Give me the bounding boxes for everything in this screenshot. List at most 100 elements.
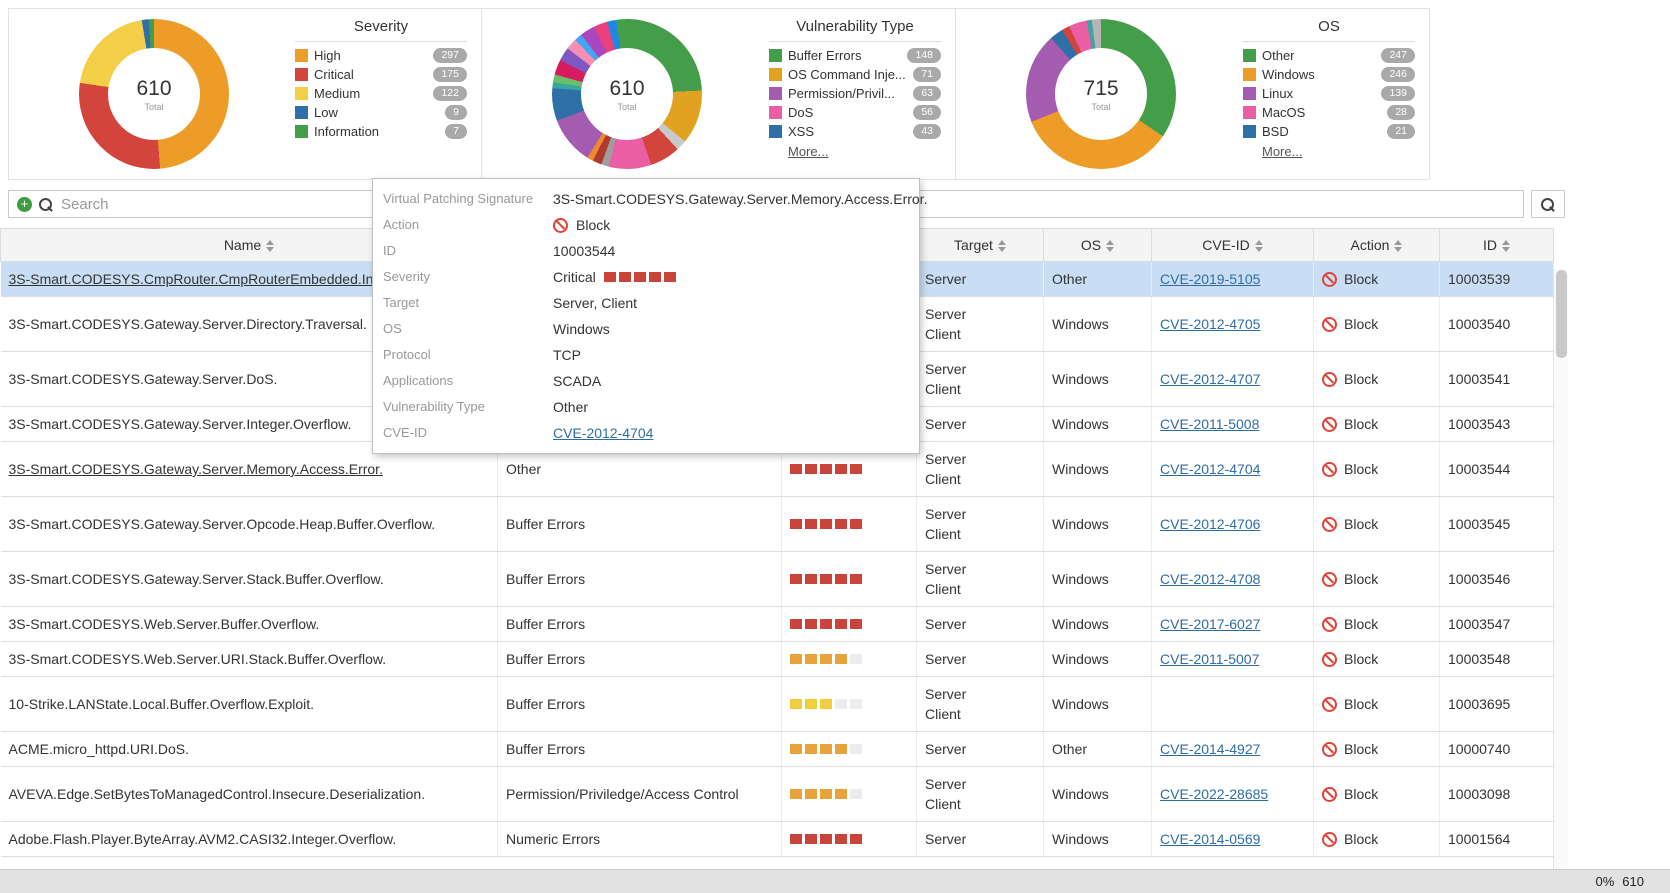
cve-link[interactable]: CVE-2012-4704 [1160, 461, 1260, 477]
cell-id: 10003544 [1440, 442, 1554, 497]
legend-list: Other247 Windows246 Linux139 MacOS28 BSD21 Mo… [1243, 48, 1415, 161]
severity-bars [790, 571, 865, 587]
cve-link[interactable]: CVE-2012-4707 [1160, 371, 1260, 387]
signature-name[interactable]: 3S-Smart.CODESYS.Gateway.Server.DoS. [9, 371, 278, 387]
column-header-os[interactable]: OS [1044, 229, 1152, 262]
legend-item[interactable]: Permission/Privil...63 [769, 86, 941, 101]
cve-link[interactable]: CVE-2022-28685 [1160, 786, 1268, 802]
donut-chart[interactable]: 715 Total [1026, 19, 1176, 169]
table-row[interactable]: 3S-Smart.CODESYS.Web.Server.Buffer.Overf… [1, 607, 1554, 642]
donut-chart[interactable]: 610 Total [79, 19, 229, 169]
legend-item[interactable]: Linux139 [1243, 86, 1415, 101]
legend-more-link[interactable]: More... [1262, 144, 1302, 159]
tooltip-field-label: Target [383, 293, 553, 313]
column-header-action[interactable]: Action [1314, 229, 1440, 262]
table-row[interactable]: 10-Strike.LANState.Local.Buffer.Overflow… [1, 677, 1554, 732]
severity-bar-segment [664, 272, 676, 282]
cve-link[interactable]: CVE-2011-5007 [1160, 651, 1259, 667]
legend-count-badge: 63 [913, 86, 941, 101]
signature-name[interactable]: AVEVA.Edge.SetBytesToManagedControl.Inse… [9, 786, 426, 802]
cve-link[interactable]: CVE-2017-6027 [1160, 616, 1260, 632]
legend-item[interactable]: BSD21 [1243, 124, 1415, 139]
block-icon [1322, 742, 1337, 757]
legend-item[interactable]: Medium122 [295, 86, 467, 101]
vertical-scrollbar[interactable] [1553, 269, 1568, 869]
legend-item[interactable]: Buffer Errors148 [769, 48, 941, 63]
donut-chart[interactable]: 610 Total [552, 19, 702, 169]
table-row[interactable]: Adobe.Flash.Player.ByteArray.AVM2.CASI32… [1, 822, 1554, 857]
severity-bars [790, 831, 865, 847]
table-row[interactable]: 3S-Smart.CODESYS.Gateway.Server.Stack.Bu… [1, 552, 1554, 607]
legend-item[interactable]: XSS43 [769, 124, 941, 139]
legend-more-link[interactable]: More... [788, 144, 828, 159]
donut-total-label: Total [144, 102, 163, 112]
table-row[interactable]: AVEVA.Edge.SetBytesToManagedControl.Inse… [1, 767, 1554, 822]
signature-name[interactable]: 3S-Smart.CODESYS.Gateway.Server.Opcode.H… [9, 516, 436, 532]
signature-name[interactable]: 3S-Smart.CODESYS.Gateway.Server.Stack.Bu… [9, 571, 384, 587]
column-header-target[interactable]: Target [917, 229, 1044, 262]
action: Block [1322, 784, 1431, 804]
table-row[interactable]: 3S-Smart.CODESYS.Gateway.Server.Opcode.H… [1, 497, 1554, 552]
cve-link[interactable]: CVE-2011-5008 [1160, 416, 1259, 432]
cve-link[interactable]: CVE-2019-5105 [1160, 271, 1260, 287]
cve-link[interactable]: CVE-2012-4706 [1160, 516, 1260, 532]
severity-bar-segment [805, 519, 817, 529]
signature-name[interactable]: 10-Strike.LANState.Local.Buffer.Overflow… [9, 696, 315, 712]
table-row[interactable]: ACME.micro_httpd.URI.DoS.Buffer ErrorsSe… [1, 732, 1554, 767]
cell-name: 10-Strike.LANState.Local.Buffer.Overflow… [1, 677, 498, 732]
table-row[interactable]: 3S-Smart.CODESYS.Web.Server.URI.Stack.Bu… [1, 642, 1554, 677]
target-line: Client [925, 379, 1035, 399]
add-filter-icon[interactable] [17, 197, 32, 212]
cve-link[interactable]: CVE-2012-4704 [553, 423, 653, 443]
legend-count-badge: 71 [913, 67, 941, 82]
signature-name[interactable]: 3S-Smart.CODESYS.Web.Server.Buffer.Overf… [9, 616, 320, 632]
search-button[interactable] [1531, 190, 1565, 218]
cell-id: 10003541 [1440, 352, 1554, 407]
legend-item[interactable]: Critical175 [295, 67, 467, 82]
severity-bar-segment [805, 789, 817, 799]
legend-count-badge: 139 [1381, 86, 1415, 101]
column-header-cve-id[interactable]: CVE-ID [1152, 229, 1314, 262]
signature-name[interactable]: ACME.micro_httpd.URI.DoS. [9, 741, 190, 757]
severity-bar-segment [850, 519, 862, 529]
target-line: Client [925, 794, 1035, 814]
severity-bar-segment [820, 789, 832, 799]
tooltip-field-value: SCADA [553, 371, 601, 391]
action: Block [1322, 829, 1431, 849]
cve-link[interactable]: CVE-2014-0569 [1160, 831, 1260, 847]
signature-name[interactable]: 3S-Smart.CODESYS.Web.Server.URI.Stack.Bu… [9, 651, 387, 667]
legend-item[interactable]: Windows246 [1243, 67, 1415, 82]
legend-item[interactable]: Low9 [295, 105, 467, 120]
column-header-id[interactable]: ID [1440, 229, 1554, 262]
cell-name: 3S-Smart.CODESYS.Web.Server.Buffer.Overf… [1, 607, 498, 642]
legend-item[interactable]: High297 [295, 48, 467, 63]
cell-target: Server [917, 607, 1044, 642]
legend-item[interactable]: Other247 [1243, 48, 1415, 63]
legend-item[interactable]: Information7 [295, 124, 467, 139]
scrollbar-thumb[interactable] [1556, 270, 1567, 358]
action: Block [1322, 739, 1431, 759]
cell-cve-id: CVE-2012-4706 [1152, 497, 1314, 552]
legend-item[interactable]: OS Command Inje...71 [769, 67, 941, 82]
legend-item[interactable]: DoS56 [769, 105, 941, 120]
legend-item[interactable]: MacOS28 [1243, 105, 1415, 120]
signature-name[interactable]: 3S-Smart.CODESYS.Gateway.Server.Director… [9, 316, 367, 332]
action: Block [1322, 414, 1431, 434]
action: Block [1322, 649, 1431, 669]
signature-name[interactable]: 3S-Smart.CODESYS.Gateway.Server.Memory.A… [9, 461, 383, 477]
chart-legend: Severity High297Critical175Medium122Low9… [295, 18, 467, 143]
severity-bars [790, 741, 865, 757]
cve-link[interactable]: CVE-2012-4705 [1160, 316, 1260, 332]
severity-bar-segment [805, 834, 817, 844]
signature-name[interactable]: Adobe.Flash.Player.ByteArray.AVM2.CASI32… [9, 831, 397, 847]
cell-cve-id: CVE-2012-4707 [1152, 352, 1314, 407]
legend-label: BSD [1262, 124, 1289, 139]
legend-count-badge: 246 [1381, 67, 1415, 82]
cve-link[interactable]: CVE-2012-4708 [1160, 571, 1260, 587]
legend-swatch [1243, 87, 1256, 100]
action: Block [1322, 269, 1431, 289]
severity-bar-segment [820, 699, 832, 709]
severity-bar-segment [820, 574, 832, 584]
signature-name[interactable]: 3S-Smart.CODESYS.Gateway.Server.Integer.… [9, 416, 352, 432]
cve-link[interactable]: CVE-2014-4927 [1160, 741, 1260, 757]
